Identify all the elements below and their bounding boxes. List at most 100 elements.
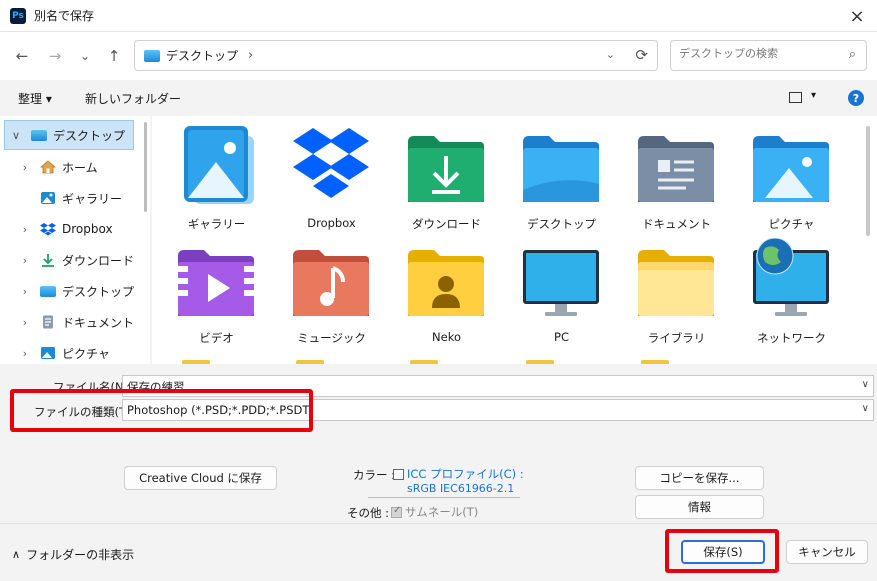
highlight-annotation-filetype — [10, 389, 313, 432]
desktop-folder-icon — [521, 124, 601, 208]
cancel-button[interactable]: キャンセル — [786, 540, 868, 564]
expand-chevron-icon[interactable]: ∨ — [9, 129, 23, 142]
expand-chevron-icon[interactable]: › — [18, 347, 32, 360]
sidebar-item-downloads[interactable]: › ダウンロード — [0, 245, 148, 275]
item-label: ビデオ — [199, 331, 234, 345]
item-pc[interactable]: PC — [509, 234, 609, 344]
sidebar-item-home[interactable]: › ホーム — [0, 152, 148, 182]
search-input[interactable] — [679, 47, 829, 60]
item-network[interactable]: ネットワーク — [739, 234, 839, 345]
item-desktop[interactable]: デスクトップ — [509, 120, 609, 231]
video-folder-icon — [176, 238, 256, 322]
expand-chevron-icon[interactable]: › — [18, 316, 32, 329]
network-icon — [751, 237, 831, 322]
breadcrumb-desktop[interactable]: デスクトップ — [166, 47, 238, 64]
command-toolbar: 整理 ▾ 新しいフォルダー ▾ ? — [0, 80, 877, 116]
expand-chevron-icon[interactable]: › — [18, 223, 32, 236]
expand-chevron-icon[interactable]: › — [18, 161, 32, 174]
sidebar-item-desktop-root[interactable]: ∨ デスクトップ — [4, 120, 134, 150]
item-label: Dropbox — [307, 216, 356, 230]
help-icon[interactable]: ? — [848, 90, 864, 106]
sidebar-scrollbar[interactable] — [144, 122, 147, 212]
forward-arrow-icon[interactable]: → — [43, 44, 67, 68]
save-copy-button[interactable]: コピーを保存... — [635, 466, 764, 490]
item-label: ドキュメント — [642, 217, 711, 231]
document-folder-icon — [636, 124, 716, 208]
expand-chevron-icon[interactable]: › — [18, 254, 32, 267]
thumbnail-label: サムネール(T) — [405, 505, 479, 519]
address-dropdown-icon[interactable]: ⌄ — [606, 48, 615, 61]
item-label: デスクトップ — [527, 217, 596, 231]
item-label: ライブラリ — [647, 331, 706, 345]
library-folder-icon — [636, 238, 716, 322]
info-button[interactable]: 情報 — [635, 495, 764, 519]
close-button[interactable]: × — [845, 4, 869, 28]
footer-divider — [0, 523, 877, 524]
item-gallery[interactable]: ギャラリー — [164, 120, 264, 231]
sidebar-item-label: ドキュメント — [62, 315, 135, 330]
icc-profile-label[interactable]: ICC プロファイル(C) : — [407, 467, 524, 481]
breadcrumb-chevron-icon[interactable]: › — [248, 48, 253, 63]
document-icon — [40, 315, 56, 329]
save-to-creative-cloud-button[interactable]: Creative Cloud に保存 — [124, 466, 277, 490]
desktop-icon — [40, 284, 56, 298]
highlight-annotation-save — [665, 529, 779, 573]
new-folder-button[interactable]: 新しいフォルダー — [85, 90, 181, 107]
item-pictures[interactable]: ピクチャ — [739, 120, 839, 231]
item-neko[interactable]: Neko — [394, 234, 494, 344]
address-bar[interactable]: デスクトップ › ⌄ ⟳ — [134, 40, 658, 71]
chevron-up-icon: ∧ — [12, 548, 21, 561]
hide-folders-label: フォルダーの非表示 — [26, 548, 135, 562]
item-library[interactable]: ライブラリ — [624, 234, 724, 345]
sidebar-item-gallery[interactable]: ギャラリー — [0, 183, 148, 213]
sidebar-item-label: デスクトップ — [62, 284, 135, 299]
icc-profile-checkbox[interactable] — [393, 469, 404, 480]
pictures-icon — [40, 346, 56, 360]
view-dropdown-icon[interactable]: ▾ — [811, 90, 816, 101]
hide-folders-toggle[interactable]: ∧ フォルダーの非表示 — [12, 546, 134, 563]
item-dropbox[interactable]: Dropbox — [279, 120, 379, 230]
desktop-icon — [31, 128, 47, 142]
divider — [368, 497, 520, 498]
item-music[interactable]: ミュージック — [279, 234, 379, 345]
download-folder-icon — [406, 124, 486, 208]
item-label: ギャラリー — [187, 217, 246, 231]
icc-profile-option[interactable]: ICC プロファイル(C) : — [393, 466, 524, 482]
chevron-down-icon[interactable]: ∨ — [862, 379, 869, 390]
search-box[interactable]: ⌕ — [670, 40, 867, 71]
organize-button[interactable]: 整理 ▾ — [18, 90, 52, 107]
sidebar-item-label: Dropbox — [62, 222, 113, 236]
sidebar-item-label: デスクトップ — [53, 128, 126, 143]
content-scrollbar[interactable] — [866, 126, 870, 236]
other-label: その他 : — [347, 506, 390, 520]
thumbnail-option[interactable]: サムネール(T) — [391, 504, 478, 520]
item-videos[interactable]: ビデオ — [164, 234, 264, 345]
item-documents[interactable]: ドキュメント — [624, 120, 724, 231]
sidebar-item-pictures[interactable]: › ピクチャ — [0, 338, 148, 364]
music-folder-icon — [291, 238, 371, 322]
sidebar-item-desktop[interactable]: › デスクトップ — [0, 276, 148, 306]
refresh-icon[interactable]: ⟳ — [635, 46, 648, 64]
sidebar-item-label: ピクチャ — [62, 346, 110, 361]
chevron-down-icon[interactable]: ∨ — [862, 403, 869, 414]
sidebar-item-documents[interactable]: › ドキュメント — [0, 307, 148, 337]
sidebar-item-dropbox[interactable]: › Dropbox — [0, 214, 148, 244]
dropbox-large-icon — [291, 124, 371, 208]
back-arrow-icon[interactable]: ← — [10, 44, 34, 68]
item-label: ピクチャ — [768, 217, 815, 231]
title-bar: Ps 別名で保存 × — [0, 0, 877, 32]
view-mode-icon[interactable] — [789, 92, 802, 103]
item-downloads[interactable]: ダウンロード — [394, 120, 494, 231]
up-arrow-icon[interactable]: ↑ — [102, 44, 126, 68]
home-icon — [40, 160, 56, 174]
download-icon — [40, 253, 56, 267]
thumbnail-checkbox[interactable] — [391, 505, 402, 518]
search-icon[interactable]: ⌕ — [849, 47, 856, 62]
file-list-pane: ギャラリー Dropbox ダウンロード デスクトップ ドキュメント ピクチャ — [152, 116, 877, 364]
sidebar-item-label: ホーム — [62, 160, 98, 175]
sidebar-item-label: ギャラリー — [62, 191, 123, 206]
navigation-bar: ← → ⌄ ↑ デスクトップ › ⌄ ⟳ ⌕ — [0, 32, 877, 80]
recent-locations-chevron-icon[interactable]: ⌄ — [73, 44, 97, 68]
window-title: 別名で保存 — [34, 9, 95, 23]
expand-chevron-icon[interactable]: › — [18, 285, 32, 298]
